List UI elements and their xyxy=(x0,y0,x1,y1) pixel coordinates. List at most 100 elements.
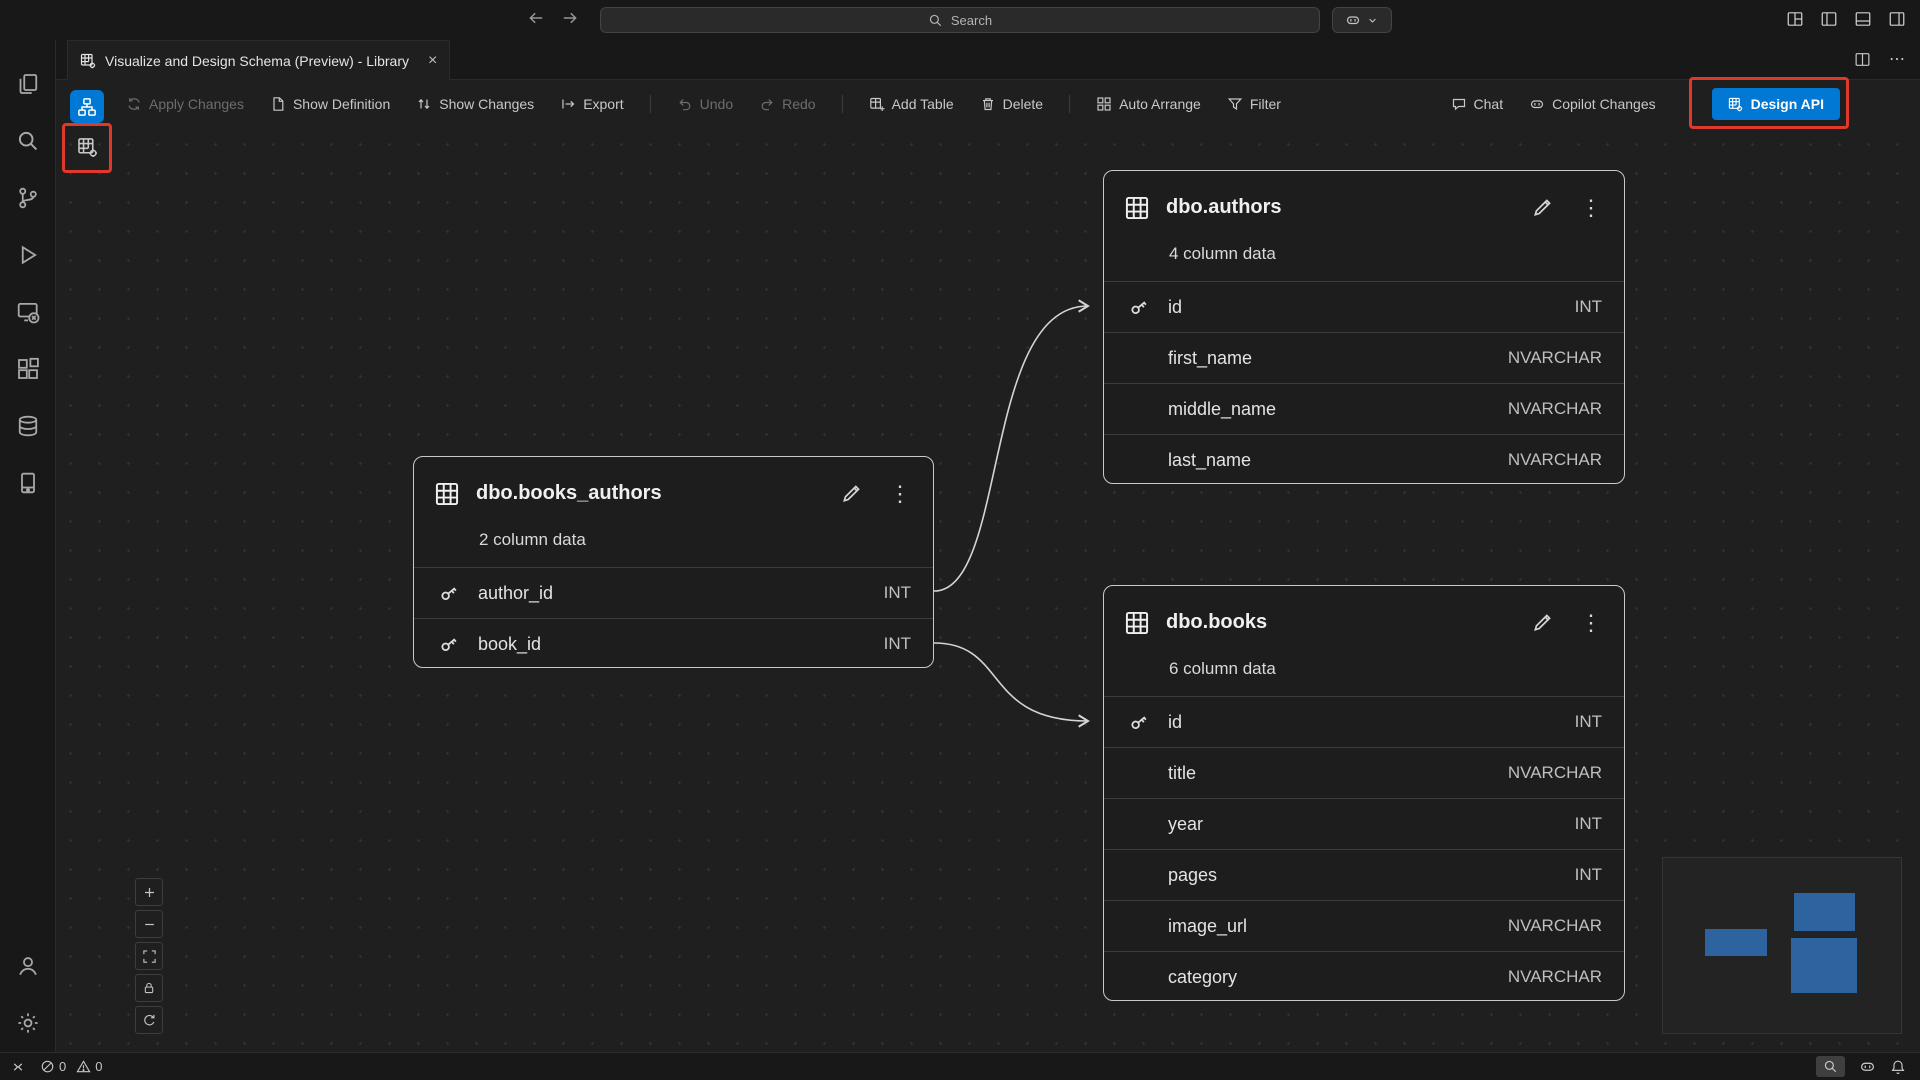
table-definition-view-button[interactable] xyxy=(70,131,104,164)
table-row[interactable]: id INT xyxy=(1104,281,1624,332)
chat-button[interactable]: Chat xyxy=(1451,96,1504,112)
zoom-status-button[interactable] xyxy=(1816,1056,1845,1077)
extensions-icon[interactable] xyxy=(14,355,42,383)
database-icon[interactable] xyxy=(14,412,42,440)
table-row[interactable]: category NVARCHAR xyxy=(1104,951,1624,1001)
editor-more-actions-icon[interactable]: ⋯ xyxy=(1889,53,1906,67)
primary-key-icon xyxy=(1128,711,1150,733)
table-plus-icon xyxy=(869,96,885,112)
toggle-secondary-sidebar-icon[interactable] xyxy=(1888,10,1906,28)
auto-arrange-button[interactable]: Auto Arrange xyxy=(1096,96,1201,112)
copy-pages-icon[interactable] xyxy=(14,70,42,98)
tab-close-icon[interactable]: × xyxy=(428,52,437,70)
edit-table-pencil-icon[interactable] xyxy=(840,482,863,505)
table-row[interactable]: id INT xyxy=(1104,696,1624,747)
sync-icon xyxy=(126,96,142,112)
filter-button[interactable]: Filter xyxy=(1227,96,1281,112)
table-kebab-menu-icon[interactable]: ⋮ xyxy=(889,481,911,507)
tabstrip: Visualize and Design Schema (Preview) - … xyxy=(56,40,1920,80)
export-icon xyxy=(560,96,576,112)
table-row[interactable]: book_id INT xyxy=(414,618,933,668)
document-icon xyxy=(270,96,286,112)
copilot-dropdown[interactable] xyxy=(1332,7,1392,33)
table-card-books-authors[interactable]: dbo.books_authors ⋮ 2 column data author… xyxy=(413,456,934,668)
table-row[interactable]: author_id INT xyxy=(414,567,933,618)
column-name: book_id xyxy=(478,634,884,655)
redo-icon xyxy=(759,96,775,112)
tab-visualize-schema[interactable]: Visualize and Design Schema (Preview) - … xyxy=(67,40,450,80)
source-control-icon[interactable] xyxy=(14,184,42,212)
table-kebab-menu-icon[interactable]: ⋮ xyxy=(1580,610,1602,636)
column-type: NVARCHAR xyxy=(1508,967,1602,987)
design-api-button[interactable]: Design API xyxy=(1712,88,1840,120)
reset-view-button[interactable] xyxy=(135,1006,163,1034)
edit-table-pencil-icon[interactable] xyxy=(1531,196,1554,219)
primary-key-icon xyxy=(438,582,460,604)
canvas-dot-grid xyxy=(56,130,1920,1052)
show-definition-button[interactable]: Show Definition xyxy=(270,96,390,112)
toggle-panel-icon[interactable] xyxy=(1854,10,1872,28)
zoom-out-icon xyxy=(142,917,157,932)
delete-button[interactable]: Delete xyxy=(980,96,1043,112)
activity-bar xyxy=(0,40,56,1052)
table-row[interactable]: pages INT xyxy=(1104,849,1624,900)
copilot-status-icon[interactable] xyxy=(1859,1058,1876,1075)
undo-button[interactable]: Undo xyxy=(677,96,733,112)
settings-gear-icon[interactable] xyxy=(14,1009,42,1037)
fit-view-button[interactable] xyxy=(135,942,163,970)
remote-explorer-icon[interactable] xyxy=(14,298,42,326)
export-button[interactable]: Export xyxy=(560,96,623,112)
column-type: INT xyxy=(884,583,911,603)
table-row[interactable]: first_name NVARCHAR xyxy=(1104,332,1624,383)
table-gear-icon xyxy=(1728,97,1743,112)
minimap[interactable] xyxy=(1662,857,1902,1034)
problems-indicator[interactable]: 0 0 xyxy=(40,1059,102,1074)
table-row[interactable]: image_url NVARCHAR xyxy=(1104,900,1624,951)
database-project-icon[interactable] xyxy=(14,469,42,497)
table-row[interactable]: middle_name NVARCHAR xyxy=(1104,383,1624,434)
table-row[interactable]: last_name NVARCHAR xyxy=(1104,434,1624,484)
schema-designer-tab-icon xyxy=(80,53,96,69)
edit-table-pencil-icon[interactable] xyxy=(1531,611,1554,634)
lock-canvas-button[interactable] xyxy=(135,974,163,1002)
table-card-books[interactable]: dbo.books ⋮ 6 column data id INT title N… xyxy=(1103,585,1625,1001)
table-kebab-menu-icon[interactable]: ⋮ xyxy=(1580,195,1602,221)
toggle-sidebar-icon[interactable] xyxy=(1820,10,1838,28)
nav-forward-icon[interactable] xyxy=(561,9,579,27)
table-subtitle: 2 column data xyxy=(414,530,933,567)
titlebar: Search xyxy=(0,0,1920,40)
notifications-bell-icon[interactable] xyxy=(1890,1059,1906,1075)
minimap-node-books xyxy=(1791,938,1857,993)
table-row[interactable]: title NVARCHAR xyxy=(1104,747,1624,798)
table-title: dbo.authors xyxy=(1166,196,1531,219)
nav-back-icon[interactable] xyxy=(527,9,545,27)
errors-icon xyxy=(40,1059,55,1074)
primary-key-icon xyxy=(438,633,460,655)
chevron-down-icon xyxy=(1366,14,1379,27)
remote-indicator-icon[interactable] xyxy=(10,1059,26,1075)
trash-icon xyxy=(980,96,996,112)
redo-button[interactable]: Redo xyxy=(759,96,815,112)
table-title: dbo.books_authors xyxy=(476,482,840,505)
table-card-authors[interactable]: dbo.authors ⋮ 4 column data id INT first… xyxy=(1103,170,1625,484)
schema-designer-view-button[interactable] xyxy=(70,90,104,123)
add-table-button[interactable]: Add Table xyxy=(869,96,954,112)
apply-changes-button[interactable]: Apply Changes xyxy=(126,96,244,112)
zoom-in-button[interactable] xyxy=(135,878,163,906)
column-name: last_name xyxy=(1168,450,1508,471)
search-sidebar-icon[interactable] xyxy=(14,127,42,155)
zoom-out-button[interactable] xyxy=(135,910,163,938)
copilot-icon xyxy=(1529,96,1545,112)
run-and-debug-icon[interactable] xyxy=(14,241,42,269)
search-command-center[interactable]: Search xyxy=(600,7,1320,33)
reset-view-icon xyxy=(142,1013,157,1028)
table-row[interactable]: year INT xyxy=(1104,798,1624,849)
show-changes-button[interactable]: Show Changes xyxy=(416,96,534,112)
copilot-changes-button[interactable]: Copilot Changes xyxy=(1529,96,1656,112)
account-icon[interactable] xyxy=(14,952,42,980)
customize-layout-icon[interactable] xyxy=(1786,10,1804,28)
split-editor-icon[interactable] xyxy=(1854,51,1871,68)
column-name: image_url xyxy=(1168,916,1508,937)
column-type: NVARCHAR xyxy=(1508,348,1602,368)
column-name: id xyxy=(1168,297,1575,318)
